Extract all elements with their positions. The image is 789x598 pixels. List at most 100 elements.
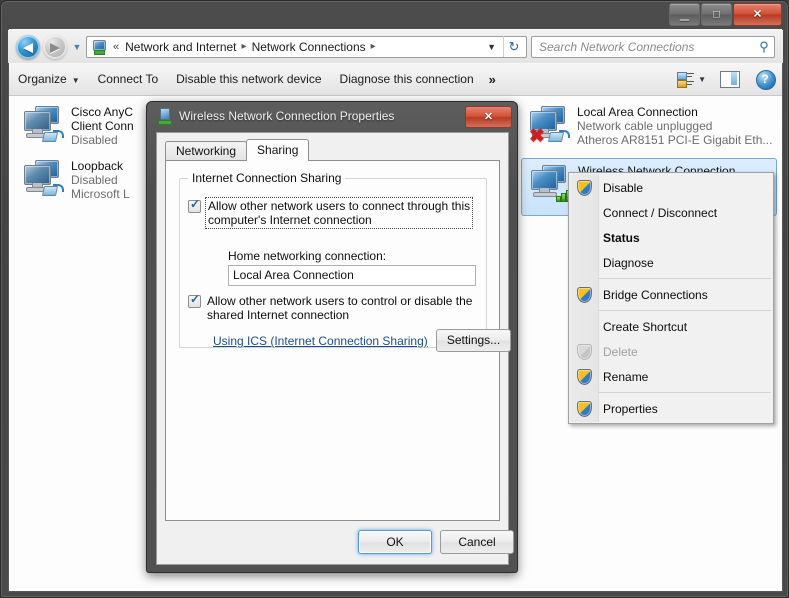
menu-item-delete: Delete xyxy=(569,339,773,364)
settings-button[interactable]: Settings... xyxy=(436,329,511,352)
address-bar: ◀ ▶ ▼ « Network and Internet ▸ Network C… xyxy=(8,30,783,63)
menu-item-label: Delete xyxy=(603,344,638,359)
toolbar-organize-button[interactable]: Organize ▼ xyxy=(9,67,89,91)
refresh-button[interactable]: ↻ xyxy=(503,36,524,57)
toolbar-overflow-button[interactable]: » xyxy=(483,67,505,92)
ok-button[interactable]: OK xyxy=(358,530,432,554)
connection-device: Atheros AR8151 PCI-E Gigabit Eth... xyxy=(577,133,773,147)
dialog-titlebar: Wireless Network Connection Properties ✕ xyxy=(147,102,519,130)
view-dropdown-caret-icon[interactable]: ▼ xyxy=(698,75,706,84)
dialog-body: Networking Sharing Internet Connection S… xyxy=(156,132,514,565)
allow-connect-label-line2: computer's Internet connection xyxy=(208,213,372,227)
allow-control-checkbox-row[interactable]: Allow other network users to control or … xyxy=(188,293,478,322)
breadcrumb-item-network-and-internet[interactable]: Network and Internet xyxy=(122,38,239,56)
maximize-icon: □ xyxy=(713,8,720,20)
help-question-glyph: ? xyxy=(761,72,769,86)
menu-item-status[interactable]: Status xyxy=(569,225,773,250)
menu-item-properties[interactable]: Properties xyxy=(569,396,773,421)
address-dropdown-icon[interactable]: ▼ xyxy=(483,42,503,52)
network-adapter-disabled-icon xyxy=(21,104,67,148)
tab-networking[interactable]: Networking xyxy=(165,141,248,161)
breadcrumb-overflow-chevron[interactable]: « xyxy=(110,41,122,53)
back-arrow-icon: ◀ xyxy=(23,39,33,54)
context-menu: Disable Connect / Disconnect Status Diag… xyxy=(568,172,774,424)
dialog-tabstrip: Networking Sharing xyxy=(165,139,310,161)
search-box[interactable]: Search Network Connections ⚲ xyxy=(531,35,775,58)
menu-separator xyxy=(598,310,771,311)
maximize-button[interactable]: □ xyxy=(701,3,732,26)
chevron-down-icon: ▼ xyxy=(71,76,80,85)
breadcrumb-item-network-connections[interactable]: Network Connections xyxy=(249,38,369,56)
uac-shield-icon xyxy=(577,343,592,360)
breadcrumb-separator-2[interactable]: ▸ xyxy=(369,41,378,52)
network-connection-icon xyxy=(156,108,172,125)
allow-connect-checkbox-row[interactable]: Allow other network users to connect thr… xyxy=(188,197,478,229)
allow-control-label-line1: Allow other network users to control or … xyxy=(207,294,473,308)
forward-arrow-icon: ▶ xyxy=(50,39,60,54)
preview-pane-icon[interactable] xyxy=(718,69,740,89)
menu-item-label: Disable xyxy=(603,180,644,195)
using-ics-link[interactable]: Using ICS (Internet Connection Sharing) xyxy=(213,334,428,348)
dialog-title: Wireless Network Connection Properties xyxy=(179,109,395,123)
uac-shield-icon xyxy=(577,368,592,385)
menu-item-label: Properties xyxy=(603,401,658,416)
minimize-icon: ─ xyxy=(679,11,690,27)
menu-separator xyxy=(598,392,771,393)
tab-sharing[interactable]: Sharing xyxy=(246,139,310,161)
home-networking-connection-label: Home networking connection: xyxy=(228,249,387,263)
toolbar-disable-device-button[interactable]: Disable this network device xyxy=(167,67,330,91)
window-titlebar: ─ □ ✕ xyxy=(1,1,789,29)
cancel-button[interactable]: Cancel xyxy=(440,530,514,554)
internet-connection-sharing-group: Internet Connection Sharing Allow other … xyxy=(179,171,511,352)
allow-control-checkbox[interactable] xyxy=(188,293,201,308)
connection-name: Local Area Connection xyxy=(577,105,698,119)
close-icon: ✕ xyxy=(483,111,494,123)
close-button[interactable]: ✕ xyxy=(733,3,782,26)
menu-item-diagnose[interactable]: Diagnose xyxy=(569,250,773,275)
uac-shield-icon xyxy=(577,286,592,303)
network-adapter-disabled-icon xyxy=(21,158,67,202)
tab-page-sharing: Internet Connection Sharing Allow other … xyxy=(165,160,511,521)
menu-item-label: Status xyxy=(603,230,640,245)
toolbar-diagnose-button[interactable]: Diagnose this connection xyxy=(331,67,483,91)
connection-status: Network cable unplugged xyxy=(577,119,713,133)
menu-item-create-shortcut[interactable]: Create Shortcut xyxy=(569,314,773,339)
menu-item-label: Diagnose xyxy=(603,255,654,270)
menu-item-label: Connect / Disconnect xyxy=(603,205,718,220)
menu-item-label: Create Shortcut xyxy=(603,319,688,334)
home-networking-connection-select[interactable]: Local Area Connection xyxy=(228,265,476,286)
search-input[interactable]: Search Network Connections xyxy=(532,40,754,54)
menu-item-bridge-connections[interactable]: Bridge Connections xyxy=(569,282,773,307)
recent-pages-dropdown[interactable]: ▼ xyxy=(71,42,83,52)
red-x-icon: ✖ xyxy=(529,126,545,147)
allow-connect-label: Allow other network users to connect thr… xyxy=(204,197,474,229)
back-button[interactable]: ◀ xyxy=(16,34,40,59)
dialog-close-button[interactable]: ✕ xyxy=(465,106,512,128)
toolbar-connect-to-button[interactable]: Connect To xyxy=(89,67,168,91)
menu-separator xyxy=(598,278,771,279)
list-item[interactable]: ✖ Local Area Connection Network cable un… xyxy=(521,100,777,158)
help-icon[interactable]: ? xyxy=(754,69,776,90)
menu-item-rename[interactable]: Rename xyxy=(569,364,773,389)
forward-button[interactable]: ▶ xyxy=(43,34,67,59)
allow-control-label-line2: shared Internet connection xyxy=(207,308,350,322)
menu-item-disable[interactable]: Disable xyxy=(569,175,773,200)
network-adapter-unplugged-icon: ✖ xyxy=(527,104,573,148)
wireless-network-connection-properties-dialog: Wireless Network Connection Properties ✕… xyxy=(146,101,518,573)
screenshot-root: ─ □ ✕ ◀ ▶ ▼ « Network and Internet ▸ Net… xyxy=(0,0,789,598)
menu-item-label: Bridge Connections xyxy=(603,287,708,302)
minimize-button[interactable]: ─ xyxy=(669,3,700,26)
command-toolbar: Organize ▼ Connect To Disable this networ… xyxy=(9,63,782,96)
allow-connect-label-line1: Allow other network users to connect thr… xyxy=(208,199,471,213)
toolbar-organize-label: Organize xyxy=(18,72,67,86)
allow-connect-checkbox[interactable] xyxy=(188,198,201,213)
breadcrumb-separator-1[interactable]: ▸ xyxy=(240,41,249,52)
window-controls: ─ □ ✕ xyxy=(669,3,782,26)
allow-control-label: Allow other network users to control or … xyxy=(207,294,472,322)
search-icon: ⚲ xyxy=(759,38,769,54)
uac-shield-icon xyxy=(577,179,592,196)
menu-item-connect-disconnect[interactable]: Connect / Disconnect xyxy=(569,200,773,225)
menu-item-label: Rename xyxy=(603,369,649,384)
change-view-icon[interactable] xyxy=(674,69,696,89)
breadcrumb[interactable]: « Network and Internet ▸ Network Connect… xyxy=(86,35,527,58)
